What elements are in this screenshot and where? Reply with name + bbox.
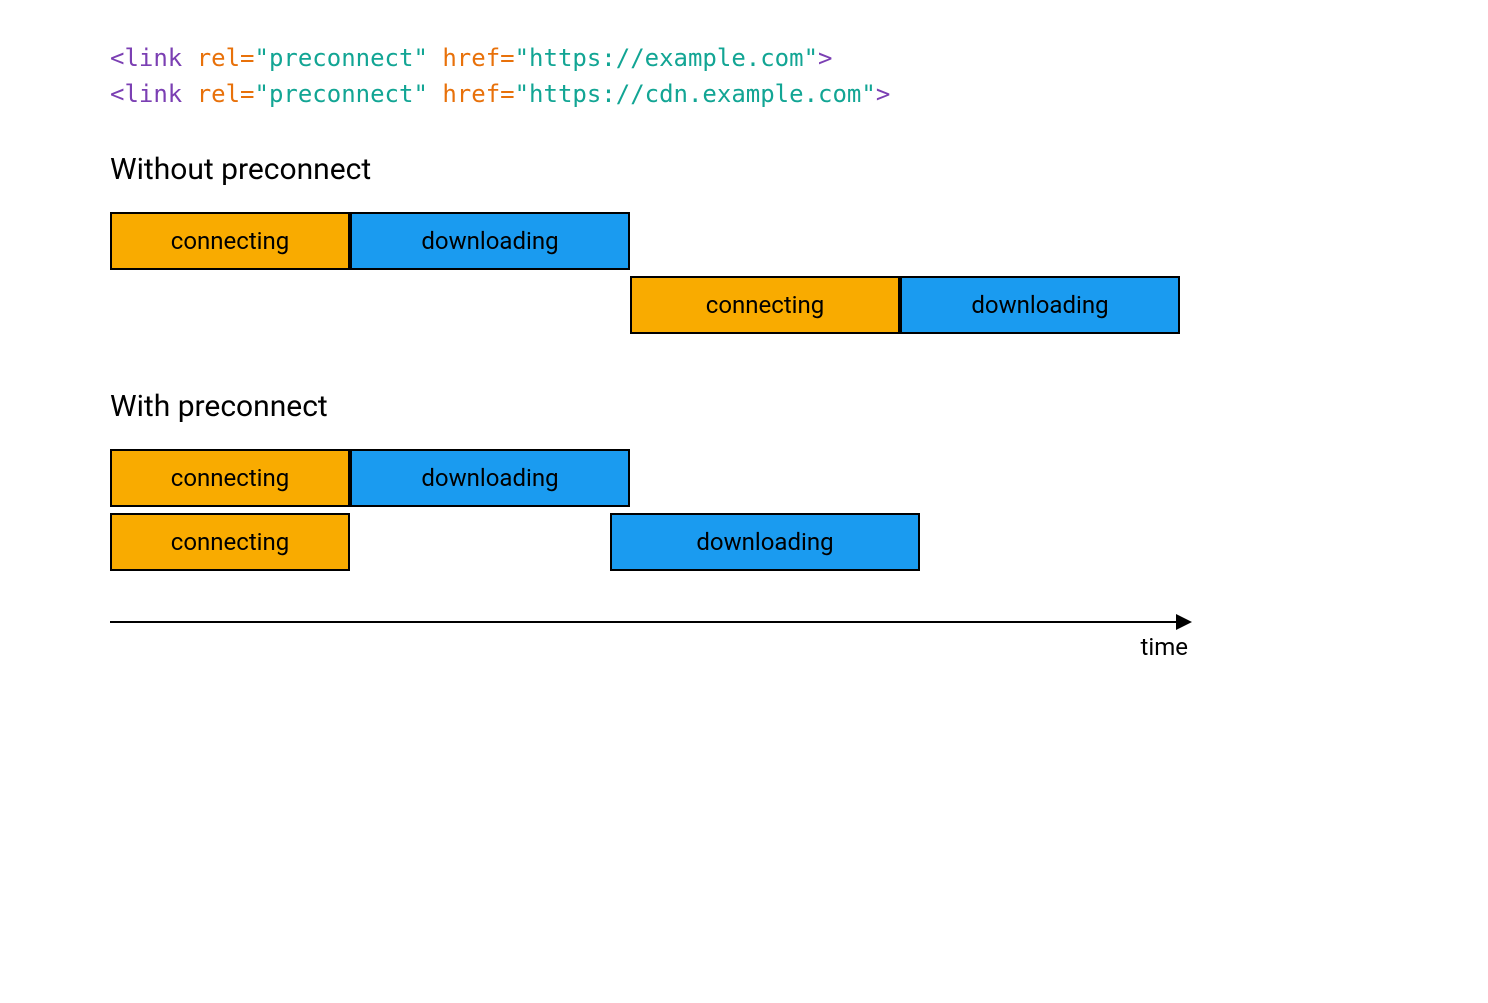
bar-connecting: connecting	[110, 212, 350, 270]
bar-downloading: downloading	[350, 212, 630, 270]
bar-downloading: downloading	[900, 276, 1180, 334]
tag-open: <link	[110, 44, 197, 72]
timeline-without-preconnect: connecting downloading connecting downlo…	[110, 212, 1180, 334]
attr-name: href=	[442, 44, 514, 72]
attr-name: rel=	[197, 80, 255, 108]
tag-open: <link	[110, 80, 197, 108]
axis-label: time	[110, 633, 1190, 661]
axis-line	[110, 621, 1190, 623]
attr-value: "https://cdn.example.com"	[515, 80, 876, 108]
attr-name: rel=	[197, 44, 255, 72]
heading-with-preconnect: With preconnect	[110, 389, 1378, 424]
bar-connecting: connecting	[630, 276, 900, 334]
attr-value: "preconnect"	[255, 44, 443, 72]
tag-close: >	[876, 80, 890, 108]
tag-close: >	[818, 44, 832, 72]
bar-downloading: downloading	[350, 449, 630, 507]
code-line-2: <link rel="preconnect" href="https://cdn…	[110, 76, 1378, 112]
timeline-with-preconnect: connecting downloading connecting downlo…	[110, 449, 1180, 571]
heading-without-preconnect: Without preconnect	[110, 152, 1378, 187]
timeline-row: connecting downloading	[110, 276, 1180, 334]
bar-connecting: connecting	[110, 513, 350, 571]
attr-name: href=	[442, 80, 514, 108]
code-snippet: <link rel="preconnect" href="https://exa…	[110, 40, 1378, 112]
bar-downloading: downloading	[610, 513, 920, 571]
timeline-row: connecting downloading	[110, 449, 1180, 507]
timeline-row: connecting downloading	[110, 513, 1180, 571]
bar-connecting: connecting	[110, 449, 350, 507]
time-axis: time	[110, 621, 1190, 661]
attr-value: "https://example.com"	[515, 44, 818, 72]
code-line-1: <link rel="preconnect" href="https://exa…	[110, 40, 1378, 76]
timeline-row: connecting downloading	[110, 212, 1180, 270]
attr-value: "preconnect"	[255, 80, 443, 108]
